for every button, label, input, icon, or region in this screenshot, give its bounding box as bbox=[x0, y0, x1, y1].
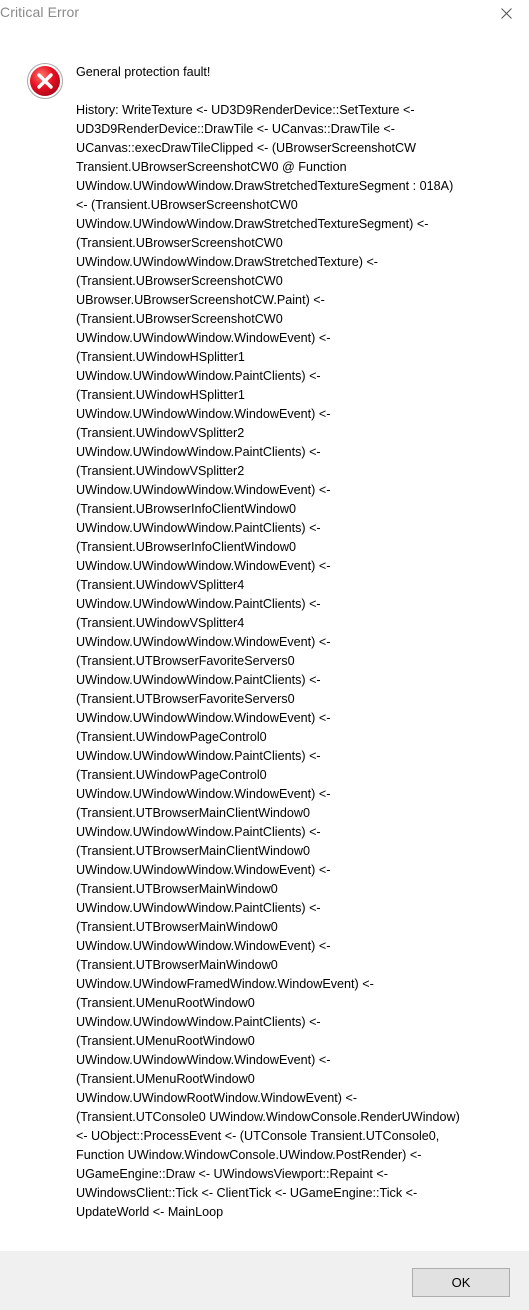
error-headline: General protection fault! bbox=[76, 65, 211, 79]
error-message: General protection fault! History: Write… bbox=[76, 63, 506, 1222]
window-title: Critical Error bbox=[0, 4, 80, 20]
dialog-content: General protection fault! History: Write… bbox=[0, 26, 529, 1251]
title-bar: Critical Error bbox=[0, 0, 529, 26]
dialog-footer: OK bbox=[0, 1251, 529, 1310]
close-button[interactable] bbox=[483, 0, 529, 26]
ok-button[interactable]: OK bbox=[412, 1268, 510, 1297]
close-icon bbox=[500, 7, 512, 19]
error-history: History: WriteTexture <- UD3D9RenderDevi… bbox=[76, 103, 460, 1219]
error-icon bbox=[27, 63, 63, 99]
